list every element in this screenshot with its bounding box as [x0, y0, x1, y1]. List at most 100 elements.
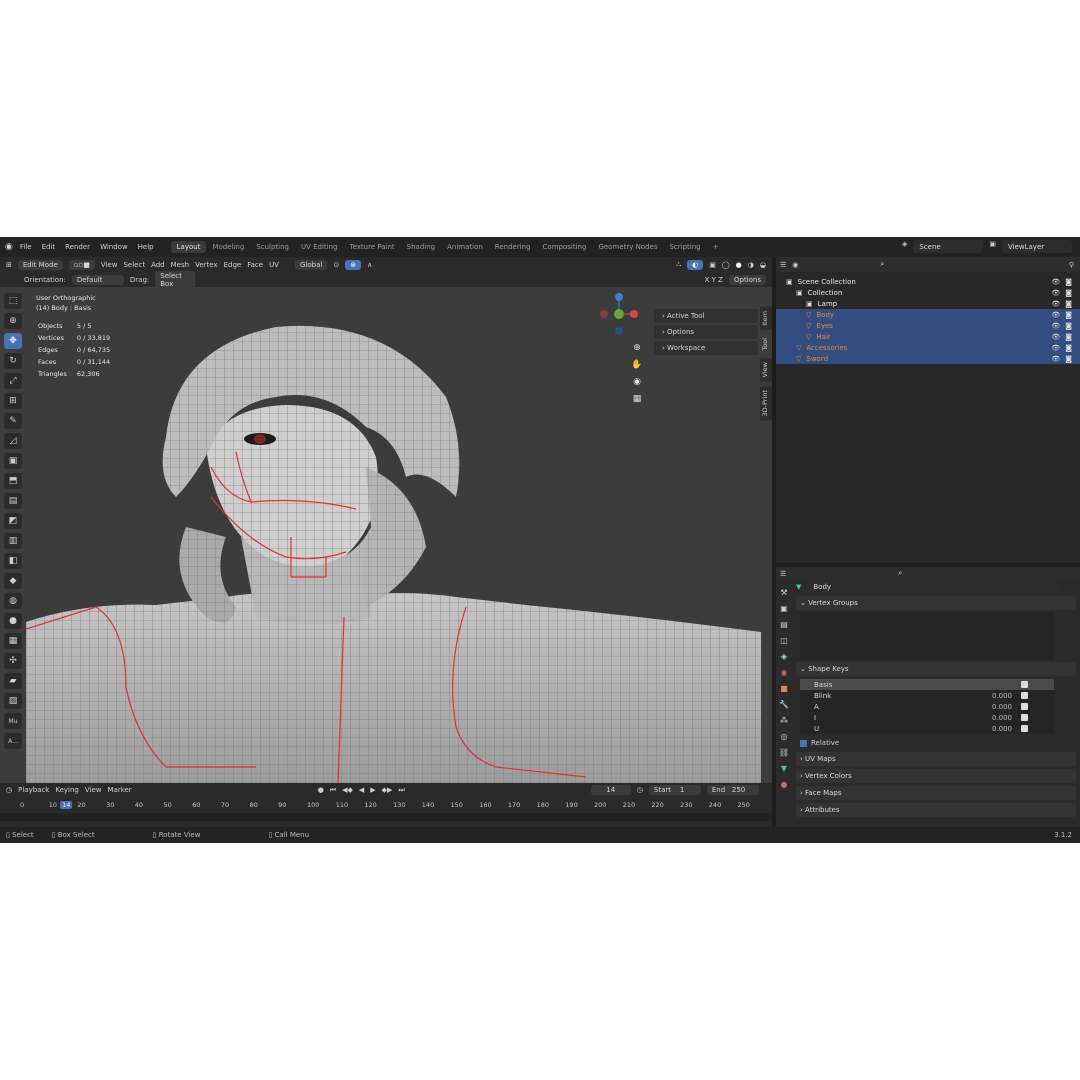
xray-icon[interactable]: ▣ — [709, 261, 716, 269]
add-workspace-button[interactable]: + — [707, 241, 725, 253]
tab-sculpting[interactable]: Sculpting — [250, 241, 295, 253]
poly-build-tool-icon[interactable]: ◆ — [4, 573, 22, 589]
camera-icon[interactable]: ◙ — [1065, 311, 1072, 319]
editor-type-icon[interactable]: ☰ — [780, 261, 786, 269]
menu-help[interactable]: Help — [133, 243, 159, 251]
outliner-search-input[interactable]: ⌕ — [874, 258, 937, 271]
shape-key-mute-checkbox[interactable] — [1021, 703, 1028, 710]
editor-type-icon[interactable]: ⊞ — [6, 261, 12, 269]
edge-menu[interactable]: Edge — [224, 261, 242, 269]
outliner-item[interactable]: ▣ Collection 👁 ◙ — [776, 287, 1080, 298]
material-tab-icon[interactable]: ● — [779, 779, 790, 790]
shading-render-icon[interactable]: ◒ — [760, 261, 766, 269]
preview-range-icon[interactable]: ◷ — [637, 786, 643, 794]
outliner-item[interactable]: ▣ Lamp 👁 ◙ — [776, 298, 1080, 309]
shape-key-row[interactable]: I 0.000 — [800, 712, 1054, 723]
shape-key-mute-checkbox[interactable] — [1021, 681, 1028, 688]
outliner-item[interactable]: ▣ Scene Collection 👁 ◙ — [776, 276, 1080, 287]
drag-dropdown[interactable]: Select Box — [155, 270, 196, 289]
eye-icon[interactable]: 👁 — [1051, 333, 1060, 341]
tab-uv-editing[interactable]: UV Editing — [295, 241, 344, 253]
play-reverse-icon[interactable]: ◀ — [359, 786, 364, 794]
record-icon[interactable]: ● — [318, 786, 324, 794]
visibility-toggles[interactable]: 👁 ◙ — [1051, 333, 1072, 341]
visibility-toggles[interactable]: 👁 ◙ — [1051, 322, 1072, 330]
proportional-edit-icon[interactable]: ∧ — [367, 261, 372, 269]
shape-key-row[interactable]: A 0.000 — [800, 701, 1054, 712]
last-op-panel[interactable]: Mu — [4, 713, 22, 729]
camera-icon[interactable]: ◙ — [1065, 344, 1072, 352]
editor-type-icon[interactable]: ☰ — [780, 570, 786, 578]
playback-menu[interactable]: Playback — [18, 786, 49, 794]
overlay-toggle-icon[interactable]: ◐ — [687, 259, 704, 270]
tab-view[interactable]: View — [760, 358, 772, 382]
shape-key-row[interactable]: Blink 0.000 — [800, 690, 1054, 701]
options-dropdown[interactable]: Options — [728, 274, 766, 285]
keying-menu[interactable]: Keying — [55, 786, 79, 794]
menu-file[interactable]: File — [15, 243, 37, 251]
measure-tool-icon[interactable]: ◿ — [4, 433, 22, 449]
transform-orientation-dropdown[interactable]: Global — [294, 259, 328, 270]
mode-dropdown[interactable]: Edit Mode — [17, 259, 63, 270]
add-cube-tool-icon[interactable]: ▣ — [4, 453, 22, 469]
transform-tool-icon[interactable]: ⊞ — [4, 393, 22, 409]
camera-icon[interactable]: ◙ — [1065, 300, 1072, 308]
vertex-groups-panel[interactable]: ⌄ Vertex Groups — [796, 596, 1076, 610]
tab-layout[interactable]: Layout — [170, 241, 207, 253]
rotate-tool-icon[interactable]: ↻ — [4, 353, 22, 369]
edge-slide-tool-icon[interactable]: ▦ — [4, 633, 22, 649]
tab-geometry-nodes[interactable]: Geometry Nodes — [592, 241, 663, 253]
clock-icon[interactable]: ◷ — [6, 786, 12, 794]
shape-key-mute-checkbox[interactable] — [1021, 692, 1028, 699]
select-mode-buttons[interactable]: ▫▫■ — [68, 259, 95, 270]
visibility-toggles[interactable]: 👁 ◙ — [1051, 278, 1072, 286]
view-menu[interactable]: View — [85, 786, 102, 794]
pan-hand-icon[interactable]: ✋ — [630, 358, 644, 371]
jump-start-icon[interactable]: ⏮ — [330, 786, 336, 795]
end-frame-field[interactable]: End 250 — [706, 785, 759, 795]
outliner-item[interactable]: ▽ Body 👁 ◙ — [776, 309, 1080, 320]
move-tool-icon[interactable]: ✥ — [4, 333, 22, 349]
tab-compositing[interactable]: Compositing — [537, 241, 593, 253]
outliner[interactable]: ☰ ◉ ⌕ ⚲ ▣ Scene Collection 👁 ◙ ▣ Collection 👁 ◙… — [776, 257, 1080, 563]
extrude-tool-icon[interactable]: ⬒ — [4, 473, 22, 489]
shape-key-value[interactable]: 0.000 — [992, 692, 1012, 700]
shear-tool-icon[interactable]: ▰ — [4, 673, 22, 689]
filter-icon[interactable]: ⚲ — [1069, 261, 1074, 269]
rip-tool-icon[interactable]: ▨ — [4, 693, 22, 709]
scale-tool-icon[interactable]: ⤢ — [4, 373, 22, 389]
mesh-menu[interactable]: Mesh — [171, 261, 189, 269]
inset-tool-icon[interactable]: ▤ — [4, 493, 22, 509]
render-tab-icon[interactable]: ▣ — [779, 603, 790, 614]
knife-tool-icon[interactable]: ◧ — [4, 553, 22, 569]
camera-icon[interactable]: ◙ — [1065, 289, 1072, 297]
select-box-tool-icon[interactable]: ⬚ — [4, 293, 22, 309]
eye-icon[interactable]: 👁 — [1051, 322, 1060, 330]
eye-icon[interactable]: 👁 — [1051, 311, 1060, 319]
visibility-toggles[interactable]: 👁 ◙ — [1051, 289, 1072, 297]
mesh-name-field[interactable]: Body — [807, 580, 1060, 594]
shading-wire-icon[interactable]: ◯ — [722, 261, 730, 269]
view-menu[interactable]: View — [101, 261, 118, 269]
relative-checkbox[interactable] — [800, 739, 807, 747]
navigation-gizmo[interactable] — [596, 291, 642, 337]
loop-cut-tool-icon[interactable]: ▥ — [4, 533, 22, 549]
menu-render[interactable]: Render — [60, 243, 95, 251]
shape-key-mute-checkbox[interactable] — [1021, 725, 1028, 732]
scene-field[interactable]: Scene — [913, 240, 984, 253]
eye-icon[interactable]: 👁 — [1051, 289, 1060, 297]
attributes-panel[interactable]: › Attributes — [796, 803, 1076, 817]
current-frame-indicator[interactable]: 14 — [60, 801, 73, 809]
properties-editor[interactable]: ☰ ⌕ ⚒ ▣ ▤ ◫ ◈ ◉ ■ 🔧 ⁂ ◎ ⛓ ▼ ● ▼ Body ⌄ V… — [776, 567, 1080, 827]
smooth-tool-icon[interactable]: ● — [4, 613, 22, 629]
timeline-editor[interactable]: ◷ Playback Keying View Marker ● ⏮ ◀◆ ◀ ▶… — [0, 783, 772, 827]
vertex-colors-panel[interactable]: › Vertex Colors — [796, 769, 1076, 783]
shape-key-value[interactable]: 0.000 — [992, 725, 1012, 733]
view-layer-tab-icon[interactable]: ◫ — [779, 635, 790, 646]
eye-icon[interactable]: 👁 — [1051, 344, 1060, 352]
shape-keys-panel[interactable]: ⌄ Shape Keys — [796, 662, 1076, 676]
face-maps-panel[interactable]: › Face Maps — [796, 786, 1076, 800]
camera-icon[interactable]: ◙ — [1065, 333, 1072, 341]
camera-icon[interactable]: ◙ — [1065, 322, 1072, 330]
tab-item[interactable]: Item — [760, 307, 772, 330]
